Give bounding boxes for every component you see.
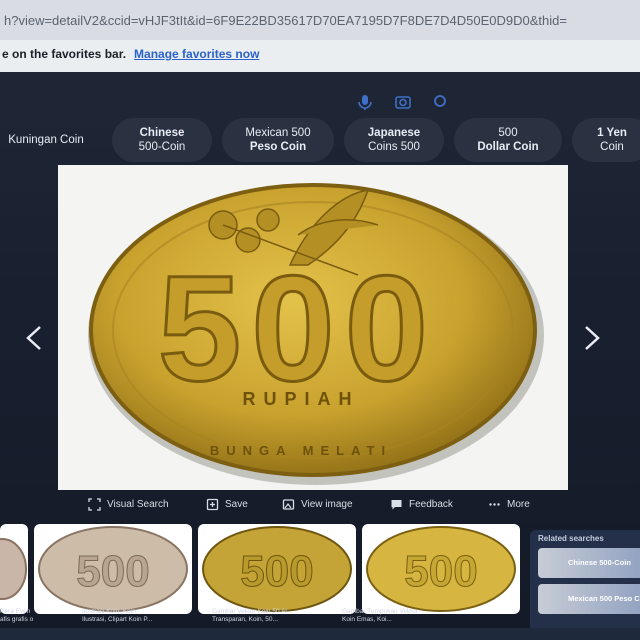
caption-line: Pera Even — [0, 608, 31, 615]
coin-image: 500 RUPIAH BUNGA MELATI — [88, 183, 544, 485]
search-icon[interactable] — [432, 93, 450, 111]
address-bar[interactable]: h?view=detailV2&ccid=vHJF3tIt&id=6F9E22B… — [0, 0, 640, 40]
previous-image-button[interactable] — [22, 323, 52, 353]
related-searches-panel: Related searches Chinese 500-Coin Mexica… — [530, 530, 640, 640]
save-button[interactable]: Save — [206, 498, 248, 511]
caption-line: Gambar Vektor Koin 50 Al — [212, 608, 287, 615]
image-action-bar: Visual Search Save View image Feedback M… — [0, 498, 640, 518]
feedback-button[interactable]: Feedback — [390, 498, 453, 511]
chip-label: 500 — [498, 127, 518, 139]
thumbnail-2[interactable]: 500 — [198, 524, 356, 614]
chip-label: Coins 500 — [368, 141, 420, 153]
thumbnail-caption: Pera Even afis grafis o — [0, 608, 33, 624]
visual-search-label: Visual Search — [107, 499, 169, 510]
related-searches-title: Related searches — [538, 534, 604, 543]
save-icon — [206, 498, 219, 511]
chip-mexican-500-peso[interactable]: Mexican 500 Peso Coin — [222, 118, 334, 162]
chip-chinese-500[interactable]: Chinese 500-Coin — [112, 118, 212, 162]
related-search-mexican-500-peso[interactable]: Mexican 500 Peso Co — [538, 584, 640, 614]
thumbnail-coin-image: 500 — [38, 526, 188, 612]
chip-1-yen-coin[interactable]: 1 Yen Coin — [572, 118, 640, 162]
chip-label: Coin — [600, 141, 624, 153]
chip-label: Mexican 500 — [245, 127, 311, 139]
coin-currency-text: RUPIAH — [242, 389, 359, 409]
manage-favorites-link[interactable]: Manage favorites now — [134, 47, 259, 61]
chevron-right-icon — [585, 326, 600, 350]
next-image-button[interactable] — [578, 323, 608, 353]
related-search-chinese-500-coin[interactable]: Chinese 500-Coin — [538, 548, 640, 578]
caption-line: afis grafis o — [0, 616, 34, 623]
thumbnail-number: 500 — [76, 547, 149, 596]
thumbnail-number: 500 — [240, 547, 313, 596]
view-image-icon — [282, 499, 295, 510]
chip-label: 1 Yen — [597, 127, 627, 139]
coin-value-text: 500 — [158, 244, 438, 412]
search-tools — [356, 93, 450, 111]
chip-label: Kuningan Coin — [8, 134, 84, 146]
thumbnail-coin-image — [0, 538, 27, 600]
chip-label: Japanese — [367, 127, 421, 139]
feedback-label: Feedback — [409, 499, 453, 510]
thumbnail-coin-image: 500 — [202, 526, 352, 612]
save-label: Save — [225, 499, 248, 510]
thumbnail-coin-image: 500 — [366, 526, 516, 612]
favorites-message: e on the favorites bar. — [2, 47, 127, 61]
coin-flower-text: BUNGA MELATI — [210, 443, 392, 458]
chip-label: Chinese — [139, 127, 185, 139]
taskbar — [0, 628, 640, 640]
url-text: h?view=detailV2&ccid=vHJF3tIt&id=6F9E22B… — [4, 13, 567, 28]
thumbnail-0[interactable] — [0, 524, 28, 614]
caption-line: Transparan, Koin, 50... — [212, 616, 278, 623]
thumbnail-number: 500 — [404, 547, 477, 596]
caption-line: Ilustrasi Koin, Koin, — [82, 608, 138, 615]
camera-search-icon[interactable] — [394, 93, 412, 111]
chip-label: Peso Coin — [249, 141, 307, 153]
thumbnail-3[interactable]: 500 — [362, 524, 520, 614]
microphone-icon[interactable] — [356, 93, 374, 111]
feedback-icon — [391, 500, 402, 510]
related-chips: Kuningan Coin Chinese 500-Coin Mexican 5… — [0, 118, 640, 164]
main-image[interactable]: 500 RUPIAH BUNGA MELATI — [58, 165, 568, 490]
caption-line: Ilustrasi, Clipart Koin P... — [82, 616, 153, 623]
chip-kuningan-coin[interactable]: Kuningan Coin — [0, 118, 102, 162]
caption-line: Gambar Tumpukan Vektor — [342, 608, 418, 615]
visual-search-button[interactable]: Visual Search — [88, 498, 169, 511]
view-image-label: View image — [301, 499, 353, 510]
visual-search-icon — [88, 498, 101, 511]
thumbnail-caption: Gambar Vektor Koin 50 Al Transparan, Koi… — [212, 608, 287, 624]
chevron-left-icon — [26, 326, 41, 350]
chip-500-dollar-coin[interactable]: 500 Dollar Coin — [454, 118, 562, 162]
thumbnail-caption: Gambar Tumpukan Vektor Koin Emas, Koi... — [342, 608, 418, 624]
chip-label: Dollar Coin — [477, 141, 539, 153]
thumbnail-1[interactable]: 500 — [34, 524, 192, 614]
more-label: More — [507, 499, 530, 510]
more-icon — [489, 503, 500, 506]
caption-line: Koin Emas, Koi... — [342, 616, 392, 623]
more-button[interactable]: More — [488, 498, 530, 511]
view-image-button[interactable]: View image — [282, 498, 353, 511]
thumbnail-caption: Ilustrasi Koin, Koin, Ilustrasi, Clipart… — [82, 608, 152, 624]
chip-label: 500-Coin — [138, 141, 186, 153]
chip-japanese-coins-500[interactable]: Japanese Coins 500 — [344, 118, 444, 162]
favorites-bar: e on the favorites bar. Manage favorites … — [0, 40, 640, 72]
